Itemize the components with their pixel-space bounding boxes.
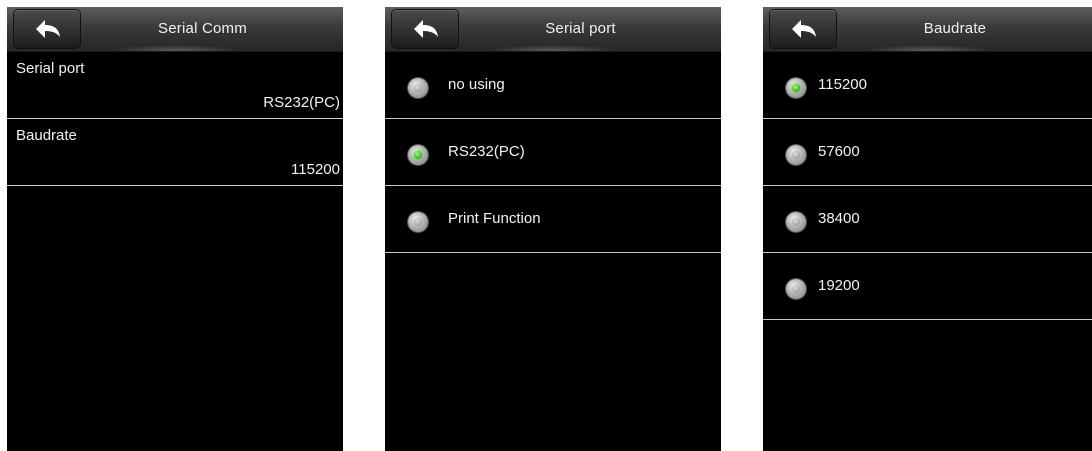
back-arrow-icon [36, 20, 60, 38]
option-no-using[interactable]: no using [385, 52, 721, 119]
page-title: Serial port [545, 20, 616, 37]
radio-icon[interactable] [408, 212, 428, 232]
setting-label: Serial port [16, 60, 85, 77]
option-label: 57600 [818, 143, 860, 160]
option-38400[interactable]: 38400 [763, 186, 1092, 253]
title-bar: Serial port [385, 7, 721, 52]
radio-icon[interactable] [786, 279, 806, 299]
back-arrow-icon [792, 20, 816, 38]
setting-value: 115200 [291, 161, 340, 178]
option-label: RS232(PC) [448, 143, 525, 160]
setting-value: RS232(PC) [263, 94, 340, 111]
option-115200[interactable]: 115200 [763, 52, 1092, 119]
title-bar: Baudrate [763, 7, 1092, 52]
option-print-function[interactable]: Print Function [385, 186, 721, 253]
title-bar: Serial Comm [7, 7, 343, 52]
baudrate-screen: Baudrate 115200 57600 38400 19200 [763, 7, 1092, 451]
page-title: Serial Comm [158, 20, 247, 37]
radio-icon[interactable] [786, 78, 806, 98]
serial-comm-screen: Serial Comm Serial port RS232(PC) Baudra… [7, 7, 343, 451]
option-label: no using [448, 76, 505, 93]
setting-baudrate[interactable]: Baudrate 115200 [7, 119, 343, 186]
setting-serial-port[interactable]: Serial port RS232(PC) [7, 52, 343, 119]
radio-icon[interactable] [408, 145, 428, 165]
stage: Serial Comm Serial port RS232(PC) Baudra… [0, 0, 1092, 451]
radio-icon[interactable] [786, 212, 806, 232]
option-label: 115200 [818, 76, 867, 93]
back-arrow-icon [414, 20, 438, 38]
radio-icon[interactable] [408, 78, 428, 98]
serial-port-screen: Serial port no using RS232(PC) Print Fun… [385, 7, 721, 451]
back-button[interactable] [392, 10, 458, 48]
option-label: 38400 [818, 210, 860, 227]
back-button[interactable] [14, 10, 80, 48]
option-19200[interactable]: 19200 [763, 253, 1092, 320]
option-57600[interactable]: 57600 [763, 119, 1092, 186]
option-label: 19200 [818, 277, 860, 294]
page-title: Baudrate [923, 20, 987, 37]
option-rs232[interactable]: RS232(PC) [385, 119, 721, 186]
setting-label: Baudrate [16, 127, 77, 144]
option-label: Print Function [448, 210, 541, 227]
radio-icon[interactable] [786, 145, 806, 165]
back-button[interactable] [770, 10, 836, 48]
